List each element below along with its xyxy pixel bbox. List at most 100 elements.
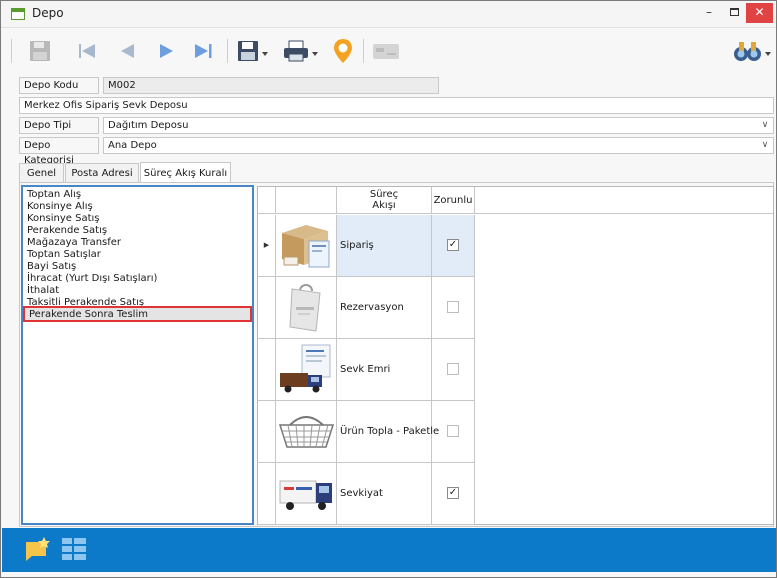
required-checkbox[interactable]: ✓ — [447, 487, 459, 499]
first-record-button[interactable] — [73, 35, 101, 67]
delivery-truck-icon — [276, 463, 337, 524]
maximize-button[interactable] — [723, 2, 745, 24]
save-options-button[interactable] — [235, 35, 271, 67]
header-flow-line2: Akışı — [372, 200, 396, 211]
list-item-selected[interactable]: Perakende Sonra Teslim — [23, 306, 252, 322]
table-row[interactable]: Ürün Topla - Paketle — [258, 401, 475, 463]
depo-kategorisi-value: Ana Depo — [108, 140, 157, 151]
bottom-bar — [2, 528, 776, 572]
toolbar — [3, 30, 774, 72]
grid-header: Süreç Akışı Zorunlu — [258, 187, 773, 214]
tab-posta-adresi[interactable]: Posta Adresi — [65, 163, 139, 183]
new-note-button[interactable] — [24, 536, 52, 562]
card-button[interactable] — [369, 35, 403, 67]
row-name: Sipariş — [337, 215, 432, 276]
shopping-bag-icon — [276, 277, 337, 338]
grid-header-indicator — [258, 187, 276, 214]
depo-kodu-field[interactable]: M002 — [103, 77, 439, 94]
row-name: Rezervasyon — [337, 277, 432, 338]
location-button[interactable] — [329, 35, 357, 67]
required-checkbox[interactable] — [447, 301, 459, 313]
previous-record-icon — [121, 44, 134, 58]
basket-icon — [276, 401, 337, 462]
grid-header-image — [276, 187, 337, 214]
grid-view-button[interactable] — [60, 536, 88, 562]
grid-header-flow[interactable]: Süreç Akışı — [337, 187, 432, 214]
required-checkbox[interactable] — [447, 425, 459, 437]
last-record-button[interactable] — [189, 35, 219, 67]
location-pin-icon — [334, 39, 352, 63]
save-icon — [30, 41, 50, 61]
first-record-icon — [79, 44, 95, 58]
required-cell — [432, 277, 475, 338]
selected-item-label: Perakende Sonra Teslim — [29, 309, 148, 320]
table-row[interactable]: ▶ Sipariş ✓ — [258, 215, 475, 277]
print-icon — [284, 40, 318, 62]
last-record-icon — [195, 44, 212, 58]
list-item[interactable]: Toptan Alış — [27, 189, 81, 200]
row-indicator: ▶ — [258, 215, 276, 276]
description-field[interactable]: Merkez Ofis Sipariş Sevk Deposu — [19, 97, 774, 114]
table-row[interactable]: Sevkiyat ✓ — [258, 463, 475, 525]
list-item[interactable]: Toptan Satışlar — [27, 249, 101, 260]
table-row[interactable]: Rezervasyon — [258, 277, 475, 339]
toolbar-separator — [227, 39, 228, 63]
title-bar: Depo – ✕ — [1, 1, 776, 28]
depo-tipi-row: Depo Tipi Dağıtım Deposu ∨ — [19, 117, 774, 134]
required-checkbox[interactable]: ✓ — [447, 239, 459, 251]
header-flow-line1: Süreç — [369, 189, 399, 200]
depo-kategorisi-label: Depo Kategorisi — [19, 137, 99, 166]
list-item[interactable]: Perakende Satış — [27, 225, 107, 236]
list-item[interactable]: İhracat (Yurt Dışı Satışları) — [27, 273, 157, 284]
close-button[interactable]: ✕ — [746, 3, 773, 23]
row-indicator — [258, 339, 276, 400]
grid-view-icon — [62, 538, 86, 560]
list-item[interactable]: Mağazaya Transfer — [27, 237, 121, 248]
dispatch-order-truck-icon — [276, 339, 337, 400]
save-options-icon — [238, 41, 268, 61]
maximize-icon — [729, 8, 739, 16]
next-record-icon — [160, 44, 173, 58]
row-indicator — [258, 277, 276, 338]
row-name: Sevk Emri — [337, 339, 432, 400]
process-list[interactable]: Toptan Alış Konsinye Alış Konsinye Satış… — [21, 185, 254, 525]
table-row[interactable]: Sevk Emri — [258, 339, 475, 401]
depo-tipi-dropdown[interactable]: Dağıtım Deposu ∨ — [103, 117, 774, 134]
description-row: Merkez Ofis Sipariş Sevk Deposu — [19, 97, 774, 114]
list-item[interactable]: Konsinye Satış — [27, 213, 99, 224]
app-window-icon — [11, 8, 25, 20]
list-item[interactable]: Konsinye Alış — [27, 201, 93, 212]
print-button[interactable] — [281, 35, 321, 67]
card-icon — [373, 44, 399, 59]
list-item[interactable]: İthalat — [27, 285, 59, 296]
tab-panel: Toptan Alış Konsinye Alış Konsinye Satış… — [19, 182, 774, 527]
grid-header-required[interactable]: Zorunlu — [432, 187, 475, 214]
save-button[interactable] — [25, 35, 55, 67]
toolbar-separator — [11, 39, 12, 63]
depo-kodu-label: Depo Kodu — [19, 77, 99, 94]
depo-kategorisi-dropdown[interactable]: Ana Depo ∨ — [103, 137, 774, 154]
depo-tipi-value: Dağıtım Deposu — [108, 120, 189, 131]
next-record-button[interactable] — [153, 35, 181, 67]
previous-record-button[interactable] — [113, 35, 141, 67]
depo-tipi-label: Depo Tipi — [19, 117, 99, 134]
depo-kategorisi-row: Depo Kategorisi Ana Depo ∨ — [19, 137, 774, 166]
required-cell — [432, 401, 475, 462]
new-note-icon — [26, 537, 50, 561]
minimize-button[interactable]: – — [697, 2, 721, 24]
find-button[interactable] — [731, 35, 773, 67]
tab-surec-akis-kurali[interactable]: Süreç Akış Kuralı — [140, 162, 231, 183]
chevron-down-icon[interactable]: ∨ — [759, 139, 771, 152]
window-title: Depo — [32, 6, 64, 20]
toolbar-separator — [363, 39, 364, 63]
order-box-icon — [276, 215, 337, 276]
depo-kodu-row: Depo Kodu M002 — [19, 77, 774, 94]
required-checkbox[interactable] — [447, 363, 459, 375]
required-cell: ✓ — [432, 215, 475, 276]
tab-genel[interactable]: Genel — [19, 163, 64, 183]
row-name: Sevkiyat — [337, 463, 432, 524]
chevron-down-icon[interactable]: ∨ — [759, 119, 771, 132]
window: Depo – ✕ Depo Kodu M002 Merkez Ofis Sipa… — [0, 0, 777, 578]
list-item[interactable]: Bayi Satış — [27, 261, 76, 272]
required-cell — [432, 339, 475, 400]
